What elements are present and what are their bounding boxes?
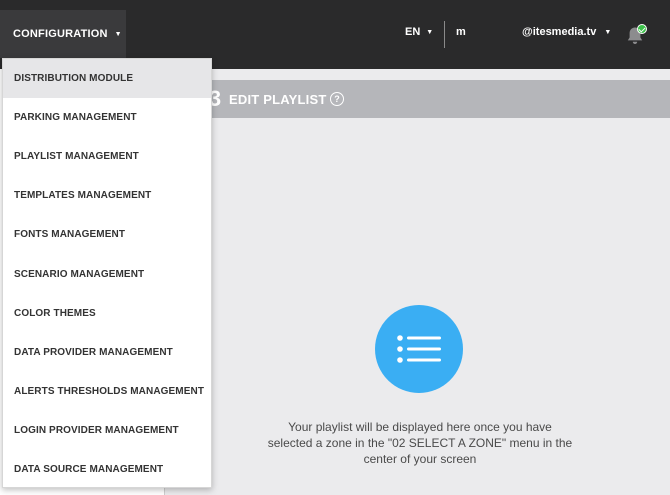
configuration-dropdown: DISTRIBUTION MODULE PARKING MANAGEMENT P… [2,58,212,488]
configuration-menu-button[interactable]: CONFIGURATION ▼ [0,10,126,58]
topbar-divider [444,21,445,48]
menu-item-color-themes[interactable]: COLOR THEMES [3,294,211,333]
menu-item-scenario-management[interactable]: SCENARIO MANAGEMENT [3,254,211,293]
user-initial: m [456,26,466,38]
menu-item-fonts-management[interactable]: FONTS MANAGEMENT [3,215,211,254]
configuration-menu-label: CONFIGURATION [13,28,108,40]
menu-item-playlist-management[interactable]: PLAYLIST MANAGEMENT [3,137,211,176]
check-badge-icon [637,24,647,34]
menu-item-data-provider-management[interactable]: DATA PROVIDER MANAGEMENT [3,333,211,372]
caret-down-icon: ▼ [114,30,122,38]
user-account-menu[interactable]: @itesmedia.tv ▼ [522,26,611,38]
language-selector[interactable]: EN ▼ [405,26,433,38]
playlist-placeholder [375,305,463,393]
list-icon [397,335,441,363]
caret-down-icon: ▼ [604,28,612,36]
empty-playlist-message: Your playlist will be displayed here onc… [267,420,573,466]
caret-down-icon: ▼ [426,28,434,36]
menu-item-alerts-thresholds-management[interactable]: ALERTS THRESHOLDS MANAGEMENT [3,372,211,411]
help-circle-icon[interactable]: ? [330,92,344,106]
menu-item-data-source-management[interactable]: DATA SOURCE MANAGEMENT [3,450,211,489]
language-label: EN [405,26,421,38]
notifications-button[interactable] [626,24,647,46]
panel-title: EDIT PLAYLIST [229,92,327,107]
menu-item-parking-management[interactable]: PARKING MANAGEMENT [3,98,211,137]
user-email-label: @itesmedia.tv [522,26,597,38]
menu-item-login-provider-management[interactable]: LOGIN PROVIDER MANAGEMENT [3,411,211,450]
menu-item-distribution-module[interactable]: DISTRIBUTION MODULE [3,59,211,99]
menu-item-templates-management[interactable]: TEMPLATES MANAGEMENT [3,176,211,215]
